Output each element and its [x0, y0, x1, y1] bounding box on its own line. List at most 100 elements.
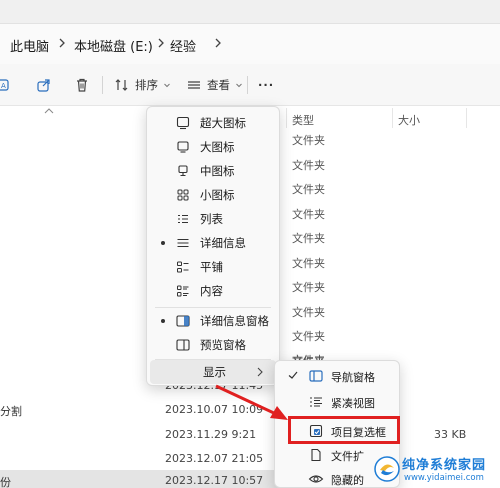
- chevron-right-icon[interactable]: [213, 35, 223, 51]
- column-divider: [392, 108, 393, 128]
- menu-item-extra-large-icons[interactable]: 超大图标: [147, 111, 279, 135]
- toolbar-divider: [247, 76, 248, 94]
- preview-pane-icon: [176, 339, 190, 351]
- sort-icon: [115, 79, 128, 91]
- submenu-item-compact-view[interactable]: 紧凑视图: [275, 390, 399, 414]
- toolbar-divider: [102, 76, 103, 94]
- type-cell: 文件夹: [292, 306, 325, 319]
- type-cell: 文件夹: [292, 159, 325, 172]
- menu-item-label: 大图标: [200, 140, 235, 154]
- view-label: 查看: [207, 78, 230, 92]
- delete-button[interactable]: [74, 72, 90, 98]
- menu-item-label: 详细信息: [200, 236, 246, 250]
- row-name[interactable]: 分割: [0, 403, 22, 419]
- chevron-right-icon: [158, 38, 164, 48]
- column-divider: [466, 108, 467, 128]
- rename-icon: A: [0, 79, 9, 91]
- column-header-type[interactable]: 类型: [292, 112, 314, 128]
- submenu-item-label: 导航窗格: [331, 371, 375, 384]
- column-header-size[interactable]: 大小: [398, 112, 420, 128]
- rename-button[interactable]: A: [0, 72, 16, 98]
- submenu-item-label: 文件扩: [331, 450, 364, 463]
- type-cell: 文件夹: [292, 208, 325, 221]
- column-divider: [286, 108, 287, 128]
- nav-pane-icon: [309, 370, 323, 382]
- svg-text:A: A: [1, 82, 6, 90]
- breadcrumb-item-folder[interactable]: 经验: [170, 36, 196, 55]
- row-date: 2023.10.07 10:09: [165, 403, 264, 416]
- menu-item-label: 中图标: [200, 164, 235, 178]
- content-icon: [177, 285, 189, 297]
- menu-item-tiles[interactable]: 平铺: [147, 255, 279, 279]
- file-icon: [311, 448, 321, 462]
- compact-view-icon: [310, 397, 322, 407]
- tiles-icon: [177, 261, 189, 273]
- selected-dot-icon: [161, 241, 165, 245]
- submenu-item-navigation-pane[interactable]: 导航窗格: [275, 364, 399, 388]
- menu-item-label: 预览窗格: [200, 338, 246, 352]
- breadcrumb: 此电脑 本地磁盘 (E:) 经验: [0, 24, 500, 64]
- menu-divider: [155, 307, 271, 308]
- details-icon: [177, 238, 189, 248]
- share-icon: [37, 79, 50, 92]
- row-name[interactable]: 份: [0, 474, 11, 488]
- menu-item-label: 平铺: [200, 260, 223, 274]
- watermark-title: 纯净系统家园: [402, 458, 487, 473]
- menu-item-details-pane[interactable]: 详细信息窗格: [147, 309, 279, 333]
- type-cell: 文件夹: [292, 330, 325, 343]
- sort-label: 排序: [135, 78, 158, 92]
- menu-item-medium-icons[interactable]: 中图标: [147, 159, 279, 183]
- menu-item-label: 超大图标: [200, 116, 246, 130]
- chevron-right-icon: [59, 38, 65, 48]
- menu-item-label: 列表: [200, 212, 223, 226]
- menu-item-preview-pane[interactable]: 预览窗格: [147, 333, 279, 357]
- menu-item-large-icons[interactable]: 大图标: [147, 135, 279, 159]
- menu-item-label: 小图标: [200, 188, 235, 202]
- watermark-url: www.yidaimei.com: [404, 473, 484, 483]
- row-date: 2023.12.07 21:05: [165, 452, 264, 465]
- type-cell: 文件夹: [292, 183, 325, 196]
- view-button[interactable]: 查看: [186, 72, 243, 98]
- chevron-right-icon: [257, 367, 263, 377]
- menu-item-content[interactable]: 内容: [147, 279, 279, 303]
- sort-button[interactable]: 排序: [114, 72, 171, 98]
- chevron-down-icon: [236, 83, 242, 88]
- checkmark-icon: [288, 371, 298, 379]
- eye-icon: [308, 475, 324, 483]
- breadcrumb-item-local-disk[interactable]: 本地磁盘 (E:): [74, 36, 153, 55]
- list-icon: [178, 214, 188, 224]
- highlight-box: [288, 416, 400, 444]
- menu-item-label: 内容: [200, 284, 223, 298]
- menu-item-details[interactable]: 详细信息: [147, 231, 279, 255]
- row-date: 2023.11.29 9:21: [165, 428, 257, 441]
- type-cell: 文件夹: [292, 257, 325, 270]
- menu-item-list[interactable]: 列表: [147, 207, 279, 231]
- submenu-item-label: 紧凑视图: [331, 397, 375, 410]
- monitor-icon: [176, 116, 190, 130]
- trash-icon: [77, 78, 87, 92]
- chevron-down-icon: [164, 83, 170, 88]
- grid-icon: [177, 189, 189, 201]
- menu-item-label: 显示: [203, 365, 226, 379]
- menu-item-show[interactable]: 显示: [150, 360, 276, 384]
- share-button[interactable]: [36, 72, 52, 98]
- title-strip: [0, 0, 500, 24]
- command-bar: A 排序 查看 ···: [0, 64, 500, 106]
- monitor-icon: [177, 141, 189, 153]
- monitor-stand-icon: [178, 165, 188, 177]
- menu-item-small-icons[interactable]: 小图标: [147, 183, 279, 207]
- watermark: 纯净系统家园 www.yidaimei.com: [372, 452, 500, 488]
- sort-ascending-icon: [44, 108, 54, 114]
- view-icon: [188, 81, 200, 89]
- type-cell: 文件夹: [292, 232, 325, 245]
- breadcrumb-item-this-pc[interactable]: 此电脑: [10, 36, 49, 55]
- selected-dot-icon: [161, 319, 165, 323]
- menu-item-label: 详细信息窗格: [200, 314, 269, 328]
- type-cell: 文件夹: [292, 134, 325, 147]
- more-options-button[interactable]: ···: [258, 72, 274, 98]
- row-date: 2023.12.17 10:57: [165, 474, 264, 487]
- type-cell: 文件夹: [292, 281, 325, 294]
- watermark-logo-icon: [374, 456, 400, 482]
- details-pane-icon: [176, 315, 190, 327]
- view-menu: 超大图标 大图标 中图标 小图标 列表 详细信息 平铺 内容 详细信息窗格 预览…: [146, 106, 280, 386]
